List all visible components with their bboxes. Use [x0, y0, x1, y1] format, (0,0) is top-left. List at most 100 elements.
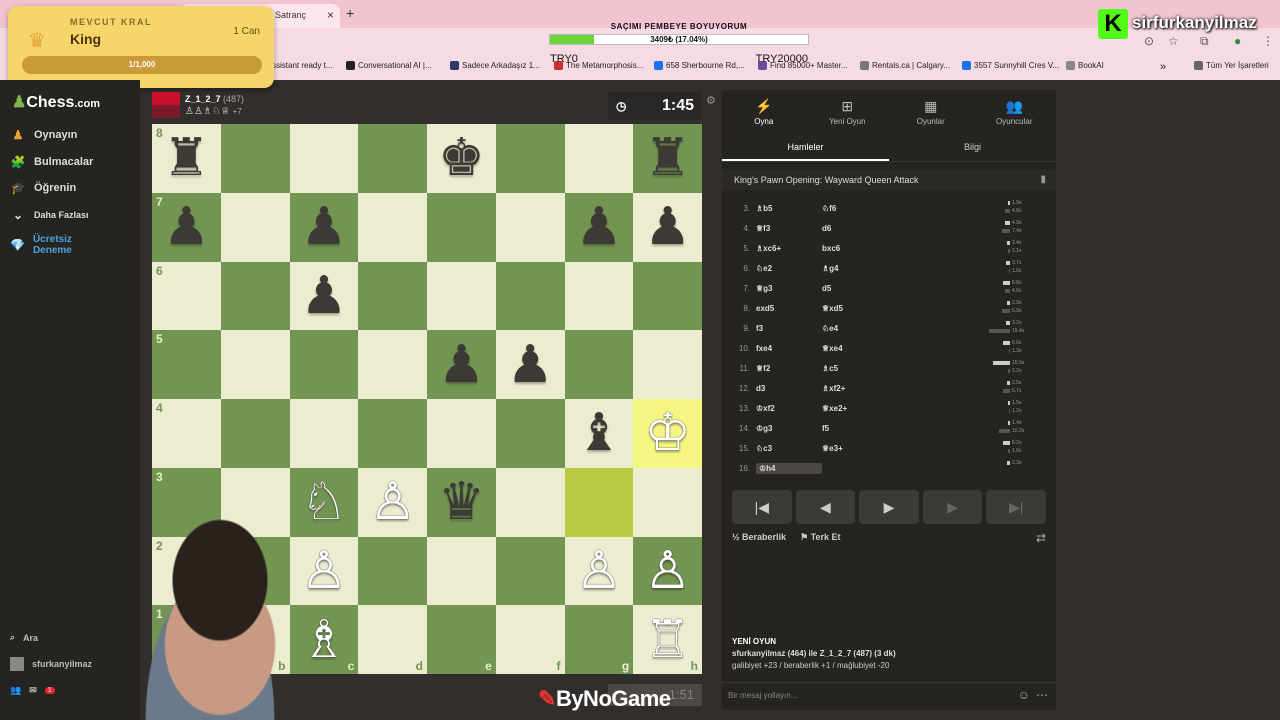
draw-button[interactable]: ½ Beraberlik	[732, 532, 786, 543]
square-c3[interactable]: ♘	[289, 467, 359, 537]
square-f2[interactable]	[495, 536, 565, 606]
sidebar-item-play[interactable]: ♟ Oynayın	[10, 128, 78, 142]
white-move[interactable]: ♘c3	[756, 444, 822, 453]
square-e1[interactable]: e	[427, 605, 496, 674]
square-d7[interactable]	[358, 192, 427, 262]
bookmark-item[interactable]: BookAI	[1066, 61, 1104, 70]
square-c4[interactable]	[289, 399, 359, 468]
tab-info[interactable]: Bilgi	[889, 136, 1056, 161]
white-move[interactable]: d3	[756, 384, 822, 393]
black-move[interactable]: f5	[822, 424, 972, 433]
black-pawn-icon[interactable]: ♟	[301, 201, 348, 253]
black-pawn-icon[interactable]: ♟	[576, 201, 623, 253]
last-move-button[interactable]: ▶|	[986, 490, 1046, 524]
square-g6[interactable]	[564, 261, 634, 331]
white-move[interactable]: ♘e2	[756, 264, 822, 273]
white-pawn-icon[interactable]: ♙	[369, 476, 416, 528]
tab-games[interactable]: ▦ Oyunlar	[889, 90, 973, 132]
black-move[interactable]: ♕xe4	[822, 344, 972, 353]
new-tab-button[interactable]: +	[346, 5, 354, 21]
black-bishop-icon[interactable]: ♝	[576, 407, 623, 459]
black-pawn-icon[interactable]: ♟	[301, 270, 348, 322]
square-e6[interactable]	[427, 261, 496, 331]
square-g7[interactable]: ♟	[564, 192, 634, 262]
square-h8[interactable]: ♜	[633, 124, 702, 193]
white-move[interactable]: ♗xc6+	[756, 244, 822, 253]
black-pawn-icon[interactable]: ♟	[438, 339, 485, 391]
square-b4[interactable]	[220, 399, 290, 468]
square-g8[interactable]	[564, 124, 634, 193]
square-d3[interactable]: ♙	[358, 467, 427, 537]
star-icon[interactable]: ☆	[1168, 34, 1179, 48]
white-move[interactable]: ♕f3	[756, 224, 822, 233]
black-move[interactable]: d5	[822, 284, 972, 293]
friends-icon[interactable]: 👥	[10, 685, 21, 696]
square-c5[interactable]	[289, 330, 359, 399]
square-h5[interactable]	[633, 330, 702, 399]
mail-icon[interactable]: ✉	[29, 685, 37, 696]
black-move[interactable]: ♗c5	[822, 364, 972, 373]
square-h4[interactable]: ♔	[633, 399, 702, 468]
tab-moves[interactable]: Hamleler	[722, 136, 889, 161]
sidebar-item-more[interactable]: ⌄ Daha Fazlası	[10, 208, 89, 222]
square-a4[interactable]: 4	[152, 399, 221, 468]
book-icon[interactable]: ▮	[1040, 174, 1046, 185]
square-d8[interactable]	[358, 124, 427, 193]
emoji-icon[interactable]: ☺	[1018, 688, 1030, 702]
square-a6[interactable]: 6	[152, 261, 221, 331]
square-d5[interactable]	[358, 330, 427, 399]
more-options-icon[interactable]: ⋯	[1036, 688, 1048, 702]
square-e4[interactable]	[427, 399, 496, 468]
square-c8[interactable]	[289, 124, 359, 193]
black-pawn-icon[interactable]: ♟	[163, 201, 210, 253]
black-pawn-icon[interactable]: ♟	[507, 339, 554, 391]
bookmark-item[interactable]: ssistant ready t...	[272, 61, 332, 70]
square-d2[interactable]	[358, 536, 427, 606]
prev-move-button[interactable]: ◀	[795, 490, 856, 524]
white-move[interactable]: ♗b5	[756, 204, 822, 213]
extension-icon[interactable]: ⊙	[1144, 34, 1154, 48]
square-g3[interactable]	[564, 467, 634, 537]
square-d6[interactable]	[358, 261, 427, 331]
square-d1[interactable]: d	[358, 605, 427, 674]
white-knight-icon[interactable]: ♘	[301, 476, 348, 528]
resign-button[interactable]: ⚑ Terk Et	[800, 532, 840, 543]
sidebar-profile[interactable]: sfurkanyilmaz	[10, 657, 92, 671]
black-move[interactable]: ♗g4	[822, 264, 972, 273]
bookmark-item[interactable]: 3557 Sunnyhill Cres V...	[962, 61, 1059, 70]
white-move[interactable]: exd5	[756, 304, 822, 313]
tab-close-icon[interactable]: ×	[327, 8, 334, 22]
bookmark-item[interactable]: Conversational AI |...	[346, 61, 432, 70]
square-a8[interactable]: 8 ♜	[152, 124, 221, 193]
square-f3[interactable]	[495, 467, 565, 537]
square-c6[interactable]: ♟	[289, 261, 359, 331]
square-f4[interactable]	[495, 399, 565, 468]
white-pawn-icon[interactable]: ♙	[576, 545, 623, 597]
black-move[interactable]: ♘e4	[822, 324, 972, 333]
square-f8[interactable]	[495, 124, 565, 193]
play-button[interactable]: ▶	[859, 490, 919, 524]
black-move[interactable]: ♕xe2+	[822, 404, 972, 413]
menu-icon[interactable]: ⋮	[1262, 34, 1274, 48]
white-pawn-icon[interactable]: ♙	[644, 545, 691, 597]
square-b8[interactable]	[220, 124, 290, 193]
square-c7[interactable]: ♟	[289, 192, 359, 262]
black-rook-icon[interactable]: ♜	[163, 132, 210, 184]
sidebar-item-free-trial[interactable]: 💎 Ücretsiz Deneme	[10, 234, 90, 256]
chat-input[interactable]: Bir mesaj yollayın... ☺ ⋯	[722, 682, 1056, 708]
square-g4[interactable]: ♝	[564, 399, 634, 468]
square-d4[interactable]	[358, 399, 427, 468]
square-g5[interactable]	[564, 330, 634, 399]
square-h6[interactable]	[633, 261, 702, 331]
next-move-button[interactable]: ▶	[922, 490, 983, 524]
bookmarks-more-button[interactable]: »	[1160, 61, 1166, 73]
square-g2[interactable]: ♙	[564, 536, 634, 606]
all-bookmarks[interactable]: Tüm Yer İşaretleri	[1194, 61, 1269, 70]
bookmark-item[interactable]: Rentals.ca | Calgary...	[860, 61, 950, 70]
square-e8[interactable]: ♚	[427, 124, 496, 193]
white-move[interactable]: fxe4	[756, 344, 822, 353]
black-move[interactable]: bxc6	[822, 244, 972, 253]
square-g1[interactable]: g	[564, 605, 634, 674]
sidebar-item-learn[interactable]: 🎓 Öğrenin	[10, 181, 77, 195]
black-pawn-icon[interactable]: ♟	[644, 201, 691, 253]
